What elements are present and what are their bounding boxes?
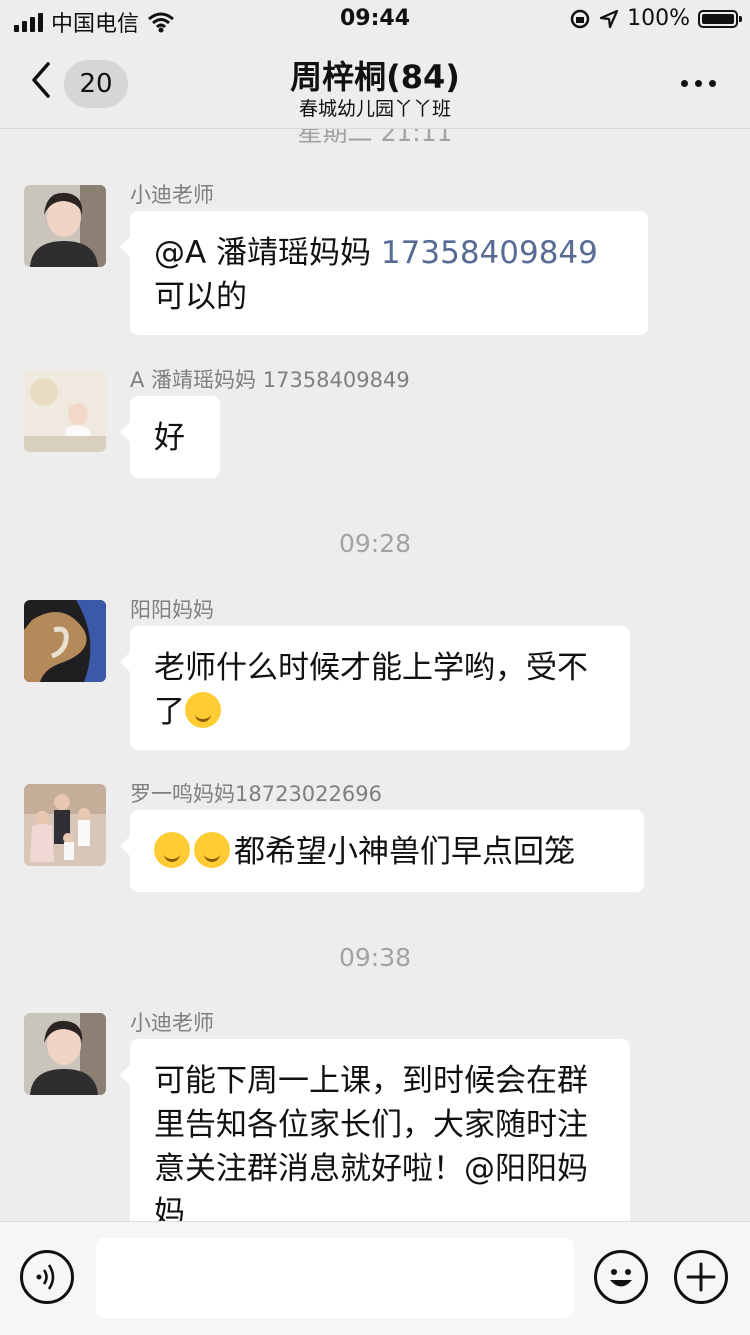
voice-icon[interactable]	[20, 1250, 74, 1304]
more-dots-icon[interactable]	[681, 80, 716, 87]
message-bubble[interactable]: 老师什么时候才能上学哟，受不了	[120, 626, 630, 750]
chat-title: 周梓桐(84)	[290, 58, 460, 96]
timestamp-partial: 星期二 21:11	[297, 129, 453, 147]
sender-name: 小迪老师	[130, 1011, 214, 1035]
message-bubble[interactable]: 好	[120, 396, 220, 478]
thinking-emoji-icon	[154, 832, 190, 868]
message-input[interactable]	[96, 1238, 574, 1318]
emoji-icon[interactable]	[594, 1250, 648, 1304]
message-bubble[interactable]: 可能下周一上课，到时候会在群里告知各位家长们，大家随时注意关注群消息就好啦！@阳…	[120, 1039, 630, 1221]
input-bar	[0, 1221, 750, 1335]
rotation-lock-icon	[570, 9, 590, 28]
sender-name: 小迪老师	[130, 183, 214, 207]
avatar[interactable]	[24, 185, 106, 267]
avatar[interactable]	[24, 600, 106, 682]
battery-icon	[698, 9, 742, 28]
message-text: 好	[154, 420, 185, 456]
phone-link[interactable]: 17358409849	[381, 235, 598, 271]
message-text: 可以的	[154, 279, 247, 315]
timestamp: 09:38	[338, 943, 412, 972]
laugh-cry-emoji-icon	[185, 692, 221, 728]
chat-area[interactable]: 星期二 21:11 小迪老师 @A 潘靖瑶妈妈 17358409849 可以的	[0, 129, 750, 1221]
thinking-emoji-icon	[194, 832, 230, 868]
plus-icon[interactable]	[674, 1250, 728, 1304]
avatar[interactable]	[24, 784, 106, 866]
message-bubble[interactable]: 都希望小神兽们早点回笼	[120, 810, 644, 892]
chat-subtitle: 春城幼儿园丫丫班	[298, 98, 451, 120]
status-right: 100%	[569, 6, 742, 31]
nav-bar: 20 周梓桐(84) 春城幼儿园丫丫班	[0, 40, 750, 129]
message-text: 可能下周一上课，到时候会在群里告知各位家长们，大家随时注意关注群消息就好啦！@阳…	[154, 1063, 588, 1221]
mention-text[interactable]: @A 潘靖瑶妈妈	[154, 235, 381, 271]
sender-name: 阳阳妈妈	[130, 598, 214, 622]
avatar[interactable]	[24, 1013, 106, 1095]
message-text: 都希望小神兽们早点回笼	[234, 834, 575, 870]
battery-label: 100%	[627, 6, 690, 31]
avatar[interactable]	[24, 370, 106, 452]
status-bar: 中国电信 09:44 100%	[0, 0, 750, 40]
sender-name: 罗一鸣妈妈18723022696	[130, 782, 382, 806]
sender-name: A 潘靖瑶妈妈 17358409849	[130, 368, 410, 392]
message-bubble[interactable]: @A 潘靖瑶妈妈 17358409849 可以的	[120, 211, 648, 335]
location-icon	[599, 9, 619, 28]
timestamp: 09:28	[338, 529, 412, 558]
